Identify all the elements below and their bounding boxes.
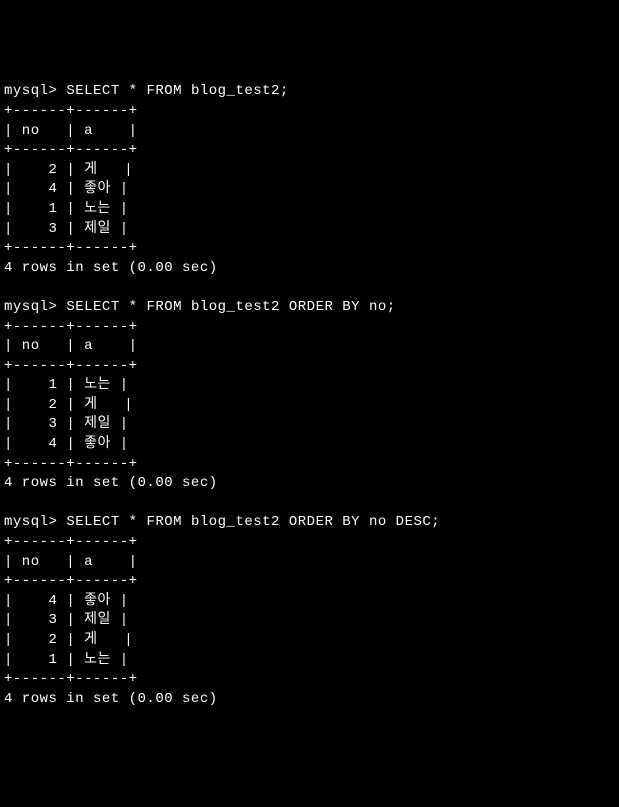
cell-no: 2 bbox=[49, 397, 58, 413]
table-row: | 4 | 좋아 | bbox=[4, 181, 129, 197]
table-row: | 2 | 게 | bbox=[4, 632, 133, 648]
table-border: +------+------+ bbox=[4, 103, 138, 119]
cell-a: 좋아 bbox=[84, 181, 111, 197]
table-row: | 3 | 제일 | bbox=[4, 612, 129, 628]
table-row: | 3 | 제일 | bbox=[4, 416, 129, 432]
cell-a: 제일 bbox=[84, 221, 111, 237]
cell-a: 좋아 bbox=[84, 436, 111, 452]
cell-a: 게 bbox=[84, 632, 97, 648]
cell-no: 1 bbox=[49, 652, 58, 668]
cell-a: 좋아 bbox=[84, 593, 111, 609]
table-row: | 2 | 게 | bbox=[4, 162, 133, 178]
result-footer: 4 rows in set (0.00 sec) bbox=[4, 475, 218, 491]
table-row: | 1 | 노는 | bbox=[4, 201, 129, 217]
cell-no: 1 bbox=[49, 201, 58, 217]
query-block-3: mysql> SELECT * FROM blog_test2 ORDER BY… bbox=[4, 514, 440, 706]
cell-a: 제일 bbox=[84, 612, 111, 628]
cell-no: 3 bbox=[49, 221, 58, 237]
table-border: +------+------+ bbox=[4, 671, 138, 687]
cell-a: 노는 bbox=[84, 377, 111, 393]
table-border: +------+------+ bbox=[4, 319, 138, 335]
table-border: +------+------+ bbox=[4, 240, 138, 256]
cell-no: 4 bbox=[49, 593, 58, 609]
prompt: mysql> bbox=[4, 299, 57, 315]
table-row: | 1 | 노는 | bbox=[4, 377, 129, 393]
cell-a: 게 bbox=[84, 397, 97, 413]
result-footer: 4 rows in set (0.00 sec) bbox=[4, 260, 218, 276]
table-header: | no | a | bbox=[4, 123, 138, 139]
table-header: | no | a | bbox=[4, 338, 138, 354]
sql-query: SELECT * FROM blog_test2 ORDER BY no; bbox=[66, 299, 395, 315]
prompt: mysql> bbox=[4, 83, 57, 99]
sql-query: SELECT * FROM blog_test2 ORDER BY no DES… bbox=[66, 514, 440, 530]
table-border: +------+------+ bbox=[4, 456, 138, 472]
query-block-2: mysql> SELECT * FROM blog_test2 ORDER BY… bbox=[4, 299, 396, 491]
table-row: | 4 | 좋아 | bbox=[4, 593, 129, 609]
cell-no: 4 bbox=[49, 436, 58, 452]
table-header: | no | a | bbox=[4, 554, 138, 570]
cell-a: 노는 bbox=[84, 652, 111, 668]
query-block-1: mysql> SELECT * FROM blog_test2; +------… bbox=[4, 83, 289, 275]
cell-a: 노는 bbox=[84, 201, 111, 217]
result-footer: 4 rows in set (0.00 sec) bbox=[4, 691, 218, 707]
table-row: | 3 | 제일 | bbox=[4, 221, 129, 237]
cell-a: 제일 bbox=[84, 416, 111, 432]
table-border: +------+------+ bbox=[4, 573, 138, 589]
terminal-output: mysql> SELECT * FROM blog_test2; +------… bbox=[4, 82, 615, 709]
table-border: +------+------+ bbox=[4, 142, 138, 158]
sql-query: SELECT * FROM blog_test2; bbox=[66, 83, 289, 99]
table-row: | 1 | 노는 | bbox=[4, 652, 129, 668]
cell-no: 2 bbox=[49, 162, 58, 178]
prompt: mysql> bbox=[4, 514, 57, 530]
table-border: +------+------+ bbox=[4, 534, 138, 550]
table-border: +------+------+ bbox=[4, 358, 138, 374]
cell-a: 게 bbox=[84, 162, 97, 178]
cell-no: 3 bbox=[49, 612, 58, 628]
cell-no: 1 bbox=[49, 377, 58, 393]
cell-no: 2 bbox=[49, 632, 58, 648]
cell-no: 3 bbox=[49, 416, 58, 432]
table-row: | 2 | 게 | bbox=[4, 397, 133, 413]
cell-no: 4 bbox=[49, 181, 58, 197]
table-row: | 4 | 좋아 | bbox=[4, 436, 129, 452]
